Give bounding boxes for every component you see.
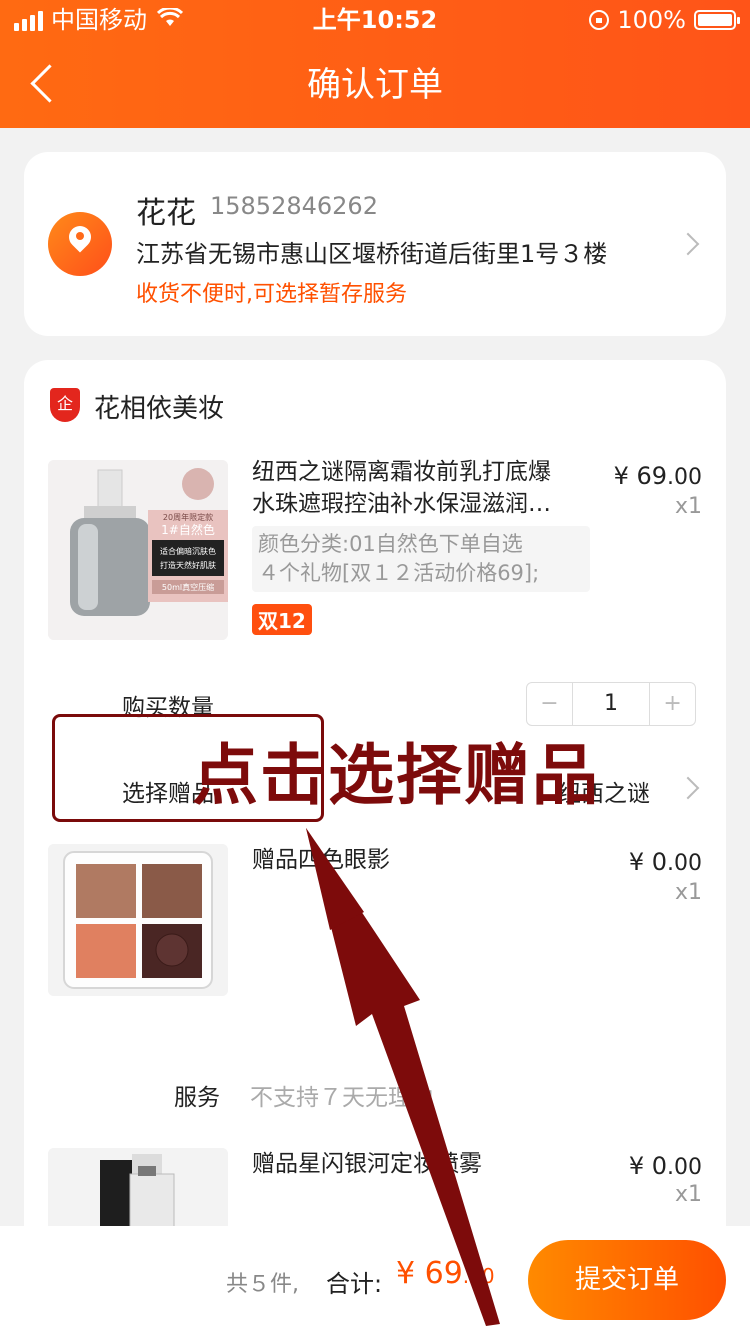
address-tip: 收货不便时,可选择暂存服务 bbox=[136, 282, 407, 307]
recipient-phone: 15852846262 bbox=[210, 192, 378, 220]
submit-order-button[interactable]: 提交订单 bbox=[528, 1240, 726, 1320]
spec-line: 颜色分类:01自然色下单自选 bbox=[258, 532, 523, 556]
plus-button[interactable]: + bbox=[650, 683, 695, 725]
total-price: ¥ 69.00 bbox=[396, 1256, 495, 1291]
price-integer: ¥ 0 bbox=[628, 848, 667, 876]
gift-eyeshadow-image[interactable] bbox=[48, 844, 228, 996]
item-count: 共５件, bbox=[226, 1272, 299, 1297]
product-spec[interactable]: 颜色分类:01自然色下单自选 ４个礼物[双１２活动价格69]; bbox=[252, 526, 590, 592]
gift-spray-title[interactable]: 赠品星闪银河定妆喷雾 bbox=[252, 1148, 482, 1180]
location-pin-icon bbox=[48, 212, 112, 276]
minus-button[interactable]: − bbox=[527, 683, 572, 725]
image-text: 50ml真空压缩 bbox=[162, 582, 214, 592]
product-image[interactable]: 20周年限定款 1#自然色 适合偏暗沉肤色 打造天然好肌肤 50ml真空压缩 bbox=[48, 460, 228, 640]
image-text: 打造天然好肌肤 bbox=[160, 560, 216, 570]
product-qty: x1 bbox=[674, 494, 702, 519]
chevron-right-icon[interactable] bbox=[676, 776, 700, 800]
address-detail: 江苏省无锡市惠山区堰桥街道后街里1号３楼 bbox=[136, 240, 608, 268]
spec-line: ４个礼物[双１２活动价格69]; bbox=[258, 561, 540, 585]
product-title-line: 水珠遮瑕控油补水保湿滋润… bbox=[252, 491, 551, 517]
header-bar: 中国移动 上午10:52 100% 确认订单 bbox=[0, 0, 750, 128]
price-decimal: .00 bbox=[667, 1155, 702, 1180]
price-decimal: .00 bbox=[667, 465, 702, 490]
page-title: 确认订单 bbox=[307, 65, 443, 105]
product-price: ¥ 69.00 bbox=[614, 462, 702, 490]
gift-spray-price: ¥ 0.00 bbox=[629, 1152, 702, 1180]
chevron-right-icon bbox=[676, 232, 700, 256]
shop-name[interactable]: 花相依美妆 bbox=[94, 388, 224, 425]
recipient-name: 花花 bbox=[136, 196, 196, 231]
image-text: 20周年限定款 bbox=[163, 512, 213, 522]
price-integer: ¥ 69 bbox=[613, 462, 667, 490]
price-decimal: .00 bbox=[667, 851, 702, 876]
status-bar: 中国移动 上午10:52 100% bbox=[0, 0, 750, 40]
promo-badge: 双12 bbox=[252, 604, 312, 635]
image-text: 适合偏暗沉肤色 bbox=[160, 546, 216, 556]
product-bottle-illustration: 20周年限定款 1#自然色 适合偏暗沉肤色 打造天然好肌肤 50ml真空压缩 bbox=[48, 460, 228, 640]
setting-spray-illustration bbox=[48, 1148, 228, 1238]
checkout-bar: 共５件, 合计: ¥ 69.00 提交订单 bbox=[0, 1226, 750, 1334]
quantity-stepper: − 1 + bbox=[526, 682, 696, 726]
rotation-lock-icon bbox=[589, 10, 610, 30]
gift-eyeshadow-title[interactable]: 赠品四色眼影 bbox=[252, 844, 390, 876]
battery-percent: 100% bbox=[617, 6, 686, 34]
eyeshadow-palette-illustration bbox=[48, 844, 228, 996]
total-integer: ¥ 69 bbox=[396, 1256, 463, 1291]
service-value: 不支持７天无理由 bbox=[250, 1085, 434, 1111]
gift-spray-qty: x1 bbox=[674, 1182, 702, 1207]
product-title[interactable]: 纽西之谜隔离霜妆前乳打底爆 水珠遮瑕控油补水保湿滋润… bbox=[252, 456, 551, 520]
image-text: 1#自然色 bbox=[161, 522, 215, 537]
gift-spray-image[interactable] bbox=[48, 1148, 228, 1238]
address-card[interactable]: 花花 15852846262 江苏省无锡市惠山区堰桥街道后街里1号３楼 收货不便… bbox=[24, 152, 726, 336]
gift-eyeshadow-price: ¥ 0.00 bbox=[629, 848, 702, 876]
annotation-text: 点击选择赠品 bbox=[192, 737, 600, 814]
total-decimal: .00 bbox=[462, 1264, 495, 1288]
total-label: 合计: bbox=[326, 1270, 383, 1298]
battery-icon bbox=[694, 10, 740, 30]
gift-eyeshadow-qty: x1 bbox=[674, 880, 702, 905]
price-integer: ¥ 0 bbox=[628, 1152, 667, 1180]
product-title-line: 纽西之谜隔离霜妆前乳打底爆 bbox=[252, 459, 551, 485]
service-label: 服务 bbox=[174, 1085, 220, 1111]
quantity-value[interactable]: 1 bbox=[571, 683, 651, 725]
shop-badge-icon: 企 bbox=[50, 388, 80, 422]
